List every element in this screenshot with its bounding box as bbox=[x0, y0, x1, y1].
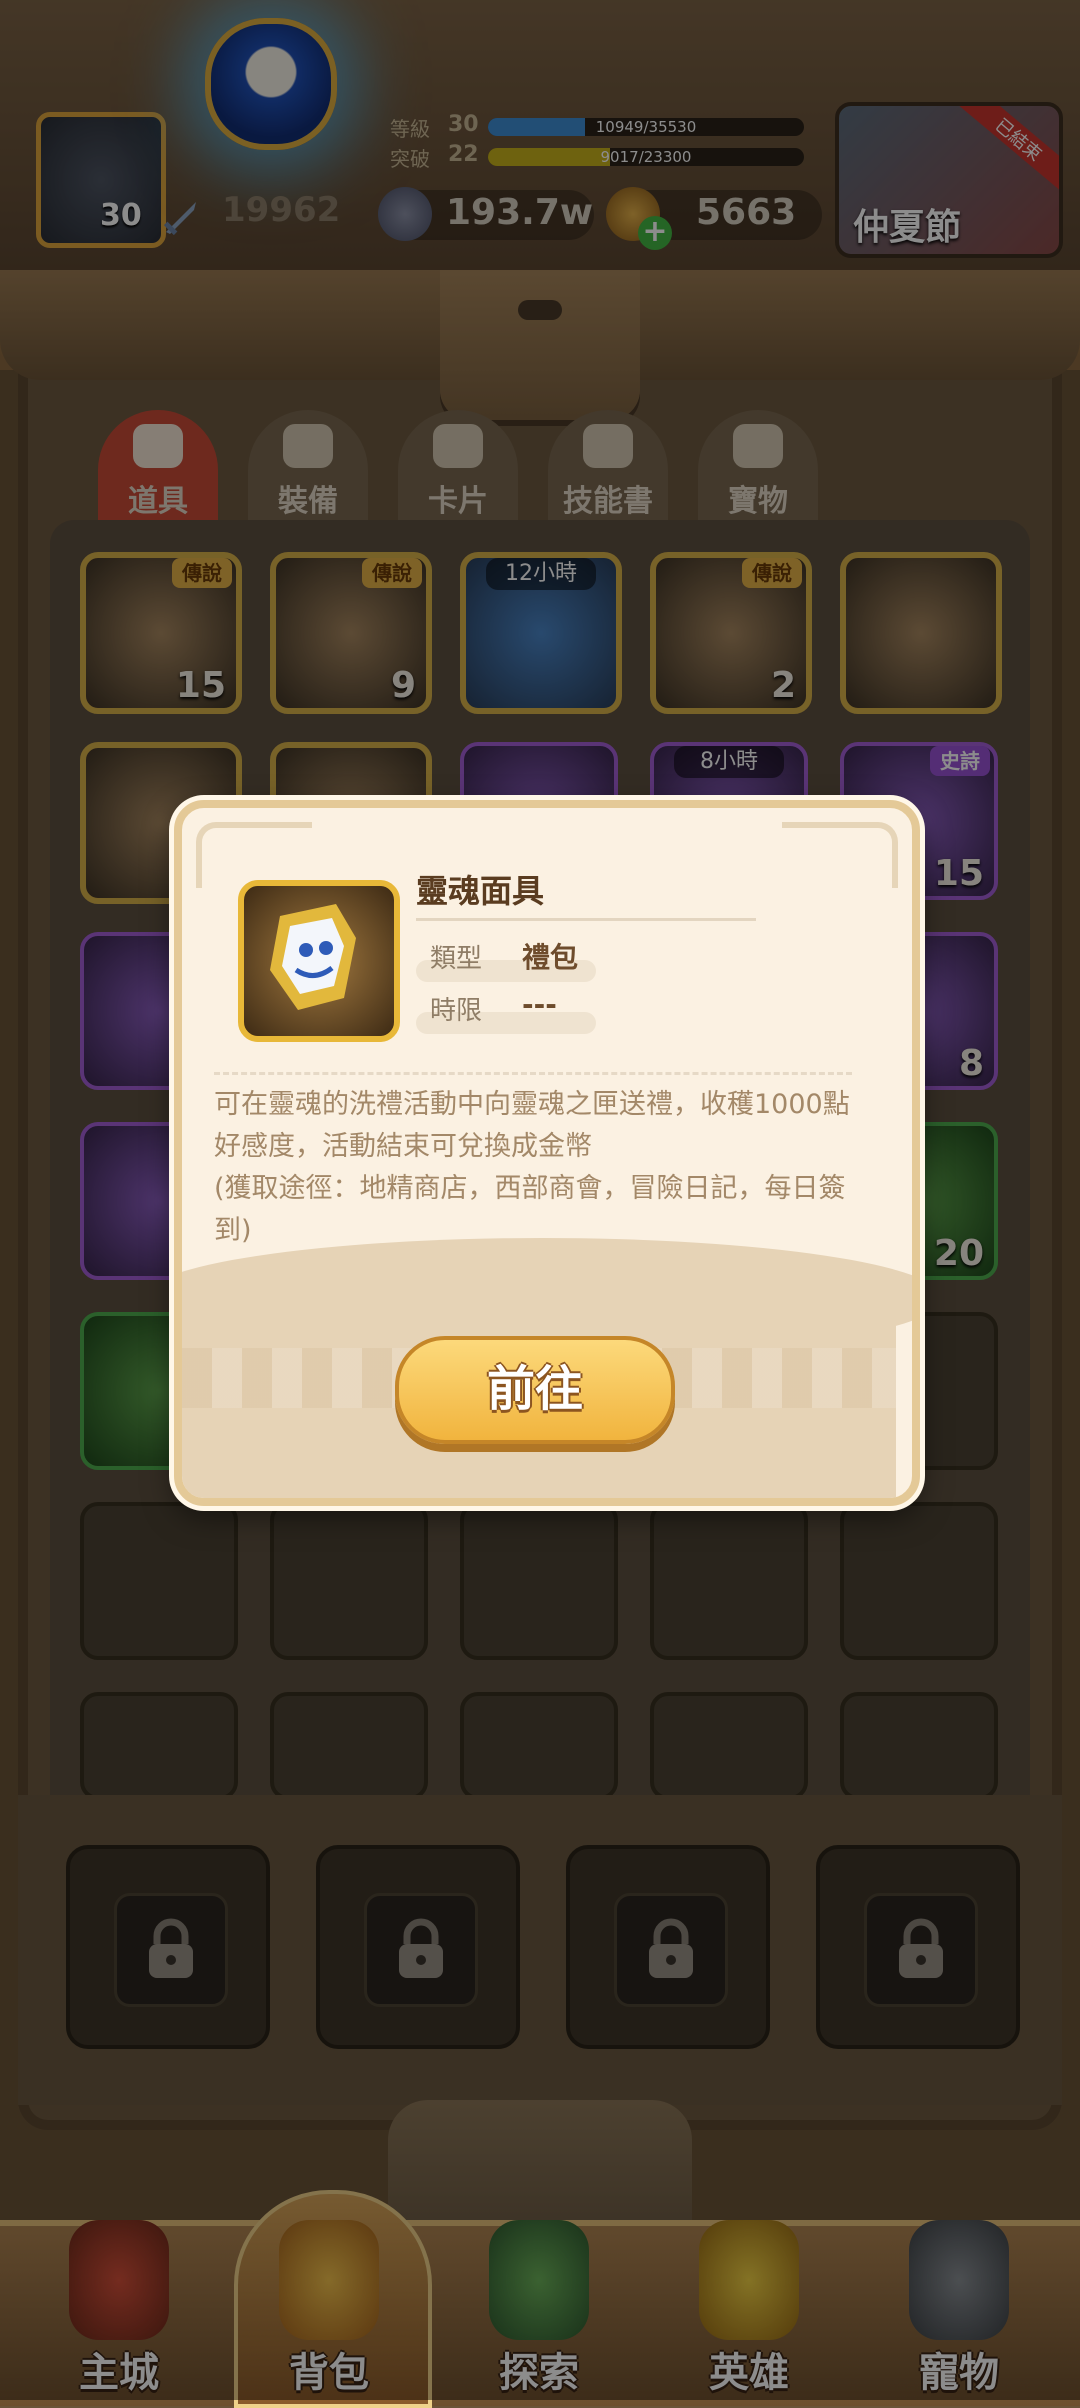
title-underline bbox=[416, 918, 756, 921]
item-detail-popup: 靈魂面具 類型 禮包 時限 --- 可在靈魂的洗禮活動中向靈魂之匣送禮，收穫10… bbox=[174, 800, 920, 1506]
item-description: 可在靈魂的洗禮活動中向靈魂之匣送禮，收穫1000點好感度，活動結束可兌換成金幣 … bbox=[214, 1084, 854, 1252]
time-limit-value: --- bbox=[522, 988, 557, 1021]
description-text: 可在靈魂的洗禮活動中向靈魂之匣送禮，收穫1000點好感度，活動結束可兌換成金幣 bbox=[214, 1089, 850, 1162]
soul-mask-icon bbox=[270, 904, 356, 1010]
time-limit-label: 時限 bbox=[430, 996, 483, 1026]
corner-ornament bbox=[196, 822, 312, 888]
item-frame bbox=[238, 880, 400, 1042]
type-label: 類型 bbox=[430, 944, 483, 974]
type-value: 禮包 bbox=[522, 941, 579, 974]
item-title: 靈魂面具 bbox=[416, 872, 545, 910]
go-button[interactable]: 前往 bbox=[395, 1336, 675, 1444]
corner-ornament bbox=[782, 822, 898, 888]
divider bbox=[214, 1072, 852, 1075]
